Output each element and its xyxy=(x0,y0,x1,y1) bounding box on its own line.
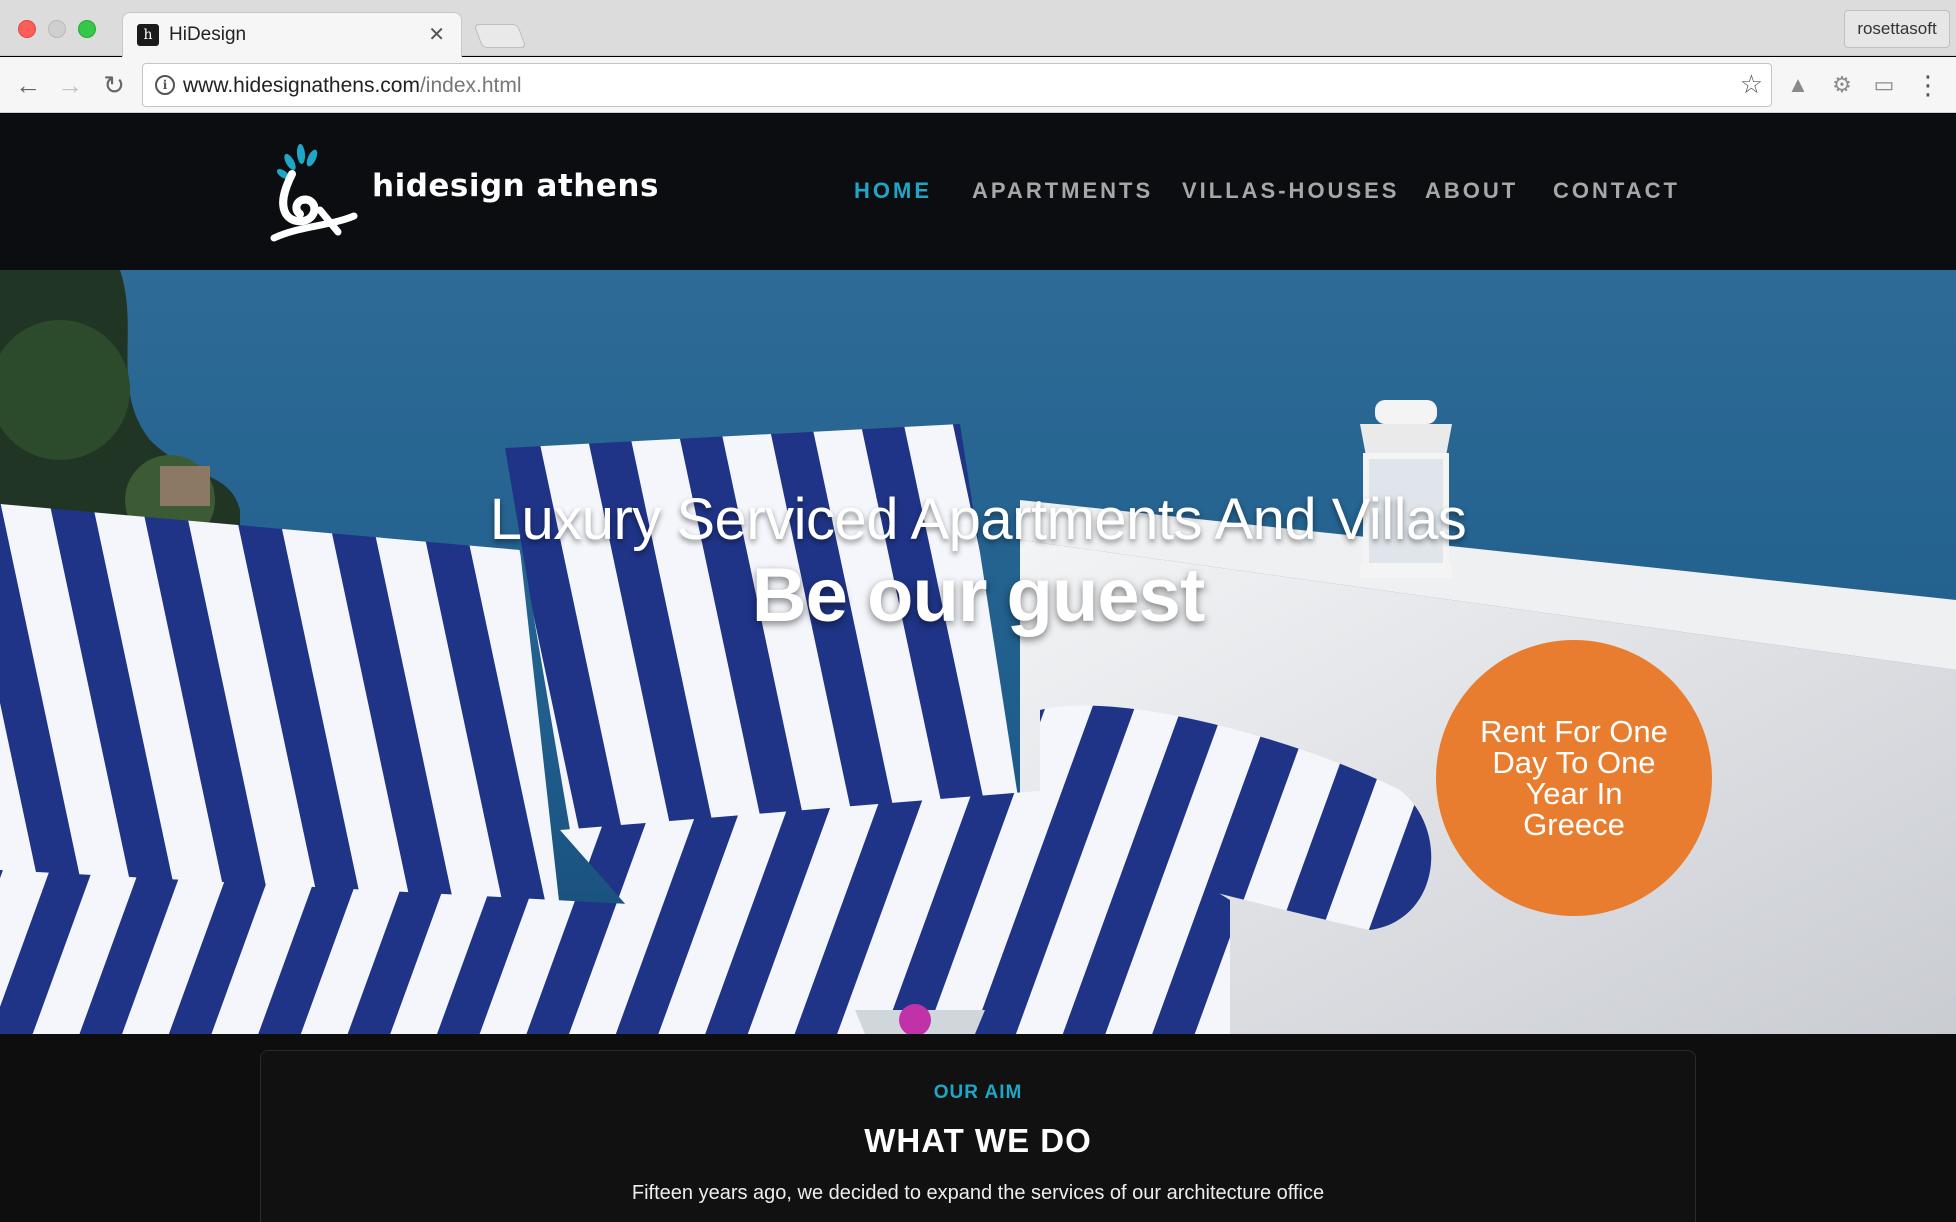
logo-icon[interactable] xyxy=(270,140,360,246)
tab-title: HiDesign xyxy=(169,24,247,45)
logo-text[interactable]: hidesign athens xyxy=(372,168,659,204)
website: hidesign athens HOME APARTMENTS VILLAS-H… xyxy=(0,114,1956,1222)
nav-contact[interactable]: CONTACT xyxy=(1553,178,1680,204)
cast-icon[interactable]: ▭ xyxy=(1868,69,1900,101)
url-text[interactable]: www.hidesignathens.com/index.html xyxy=(183,74,522,98)
aim-kicker: OUR AIM xyxy=(933,1082,1023,1103)
bookmark-star-icon[interactable]: ☆ xyxy=(1740,69,1763,100)
aim-body: Fifteen years ago, we decided to expand … xyxy=(631,1182,1325,1204)
hero-subtitle: Be our guest xyxy=(751,553,1206,638)
nav-villas-houses[interactable]: VILLAS-HOUSES xyxy=(1182,178,1399,204)
favicon-icon: h xyxy=(137,24,159,46)
forward-arrow-icon[interactable]: → xyxy=(52,67,88,103)
browser-tab[interactable]: h HiDesign ✕ xyxy=(122,12,462,57)
minimize-window-button[interactable] xyxy=(48,20,66,38)
nav-about[interactable]: ABOUT xyxy=(1425,178,1518,204)
rent-badge-text: Rent For One Day To One Year In Greece xyxy=(1480,714,1668,842)
browser-toolbar: ← → ↻ i www.hidesignathens.com/index.htm… xyxy=(0,57,1956,113)
address-bar[interactable]: i www.hidesignathens.com/index.html ☆ xyxy=(142,63,1772,107)
aim-title: WHAT WE DO xyxy=(864,1122,1092,1159)
rent-badge[interactable]: Rent For One Day To One Year In Greece xyxy=(1436,640,1712,916)
hero-section: Luxury Serviced Apartments And Villas Be… xyxy=(0,270,1956,1034)
maximize-window-button[interactable] xyxy=(78,20,96,38)
hero-title: Luxury Serviced Apartments And Villas xyxy=(489,487,1467,552)
back-arrow-icon[interactable]: ← xyxy=(10,67,46,103)
info-icon[interactable]: i xyxy=(155,75,175,95)
url-domain: www.hidesignathens.com xyxy=(183,74,420,97)
url-path: /index.html xyxy=(419,74,522,97)
nav-apartments[interactable]: APARTMENTS xyxy=(972,178,1153,204)
browser-menu-icon[interactable]: ⋮ xyxy=(1912,69,1944,101)
profile-button[interactable]: rosettasoft xyxy=(1844,10,1950,48)
close-window-button[interactable] xyxy=(18,20,36,38)
aim-section: OUR AIM WHAT WE DO Fifteen years ago, we… xyxy=(0,1034,1956,1222)
browser-tabbar: h HiDesign ✕ rosettasoft xyxy=(0,0,1956,57)
site-header: hidesign athens HOME APARTMENTS VILLAS-H… xyxy=(0,114,1956,270)
new-tab-button[interactable] xyxy=(473,24,527,48)
nav-home[interactable]: HOME xyxy=(854,178,932,204)
tab-close-icon[interactable]: ✕ xyxy=(428,22,445,47)
reload-icon[interactable]: ↻ xyxy=(96,67,132,103)
hero-background-image xyxy=(0,270,1956,1034)
extension-gear-icon[interactable]: ⚙ xyxy=(1826,69,1858,101)
drive-extension-icon[interactable]: ▲ xyxy=(1782,69,1814,101)
